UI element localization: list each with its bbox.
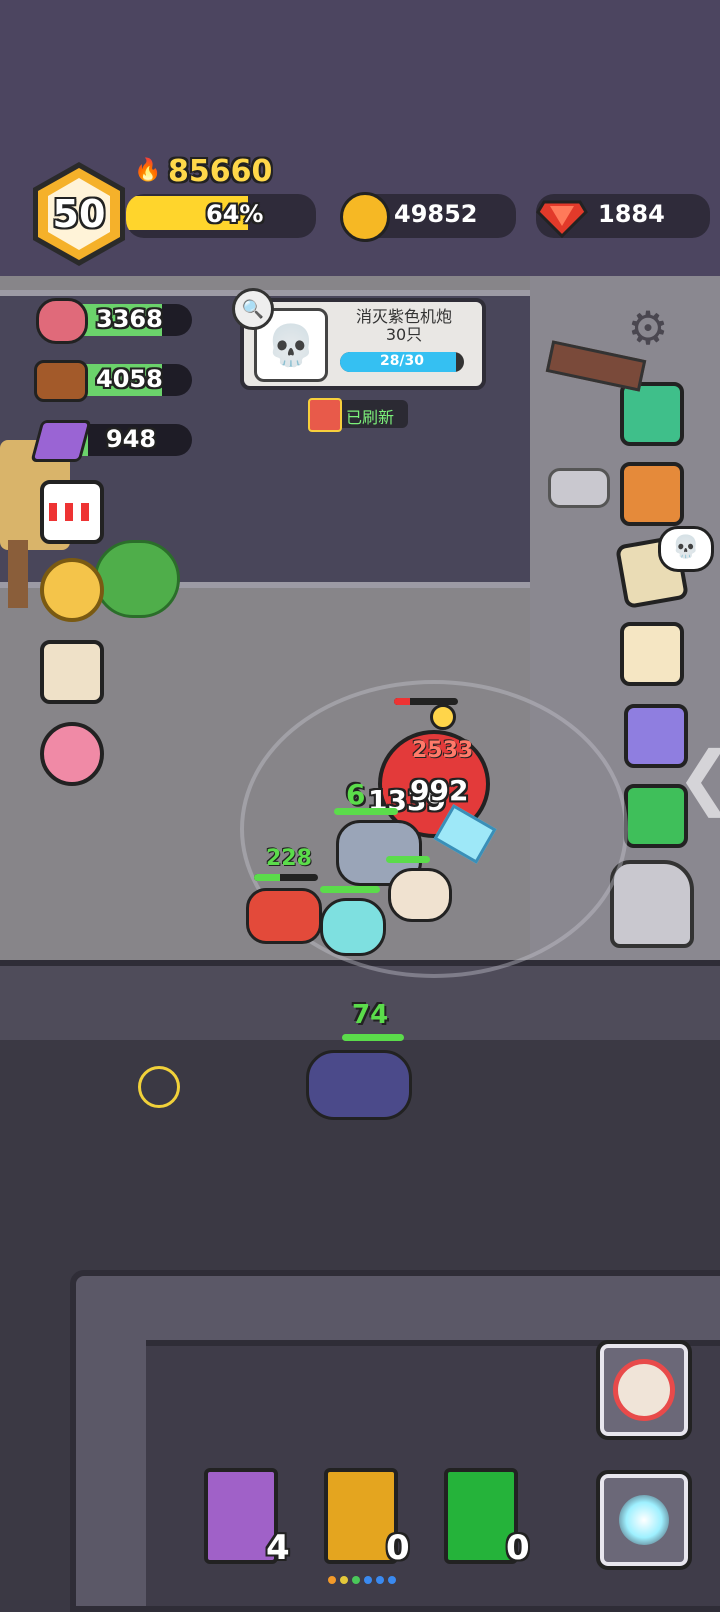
settings-gear-icon[interactable]: ⚙ [620,300,676,356]
sparkle-target-marker [138,1066,180,1108]
skill-book-lightning[interactable]: 4 [204,1468,290,1568]
amethyst-rock [610,860,694,948]
heal-number: 6 [346,778,366,811]
magnifier-icon[interactable]: 🔍 [232,288,274,330]
skill-book-heal[interactable]: 0 [444,1468,530,1568]
crown-medal-icon[interactable] [40,558,104,622]
ally-hp-bar [334,808,398,815]
portal-icon [619,1495,669,1545]
gold-value: 49852 [394,200,478,228]
scroll-icon[interactable] [620,622,684,686]
quest-title: 消灭紫色机炮 [355,307,452,326]
wood-value: 4058 [96,365,163,393]
fire-icon: 🔥 [134,158,162,183]
gold-counter[interactable]: 49852 [340,192,516,242]
calendar-icon[interactable] [40,640,104,704]
damage-number: 2533 [412,738,474,763]
wood-icon [34,360,88,402]
auto-battle-sword-button[interactable] [596,1340,692,1440]
gem-icon [536,200,588,238]
backpack-icon[interactable] [620,462,684,526]
gold-coin-icon [340,192,390,242]
skill-book-wing[interactable]: 0 [324,1468,410,1568]
exp-bar: 64% [126,194,316,238]
quest-progress-text: 28/30 [379,353,425,369]
skull-bubble-icon: 💀 [658,526,714,572]
skill-book-count: 0 [506,1528,530,1568]
portal-button[interactable] [596,1470,692,1570]
gem-value: 1884 [598,200,665,228]
quest-subtitle: 30只 [385,325,423,344]
collapse-arrow-icon[interactable]: ❮ [676,736,720,818]
power-value: 85660 [168,154,273,189]
boss-antenna [430,704,456,730]
rock-decoration [548,468,610,508]
ally-red-hat-character[interactable] [246,888,322,944]
skill-book-count: 0 [386,1528,410,1568]
ally-heal-number: 228 [266,846,312,871]
ally-dark-knight-character[interactable] [306,1050,412,1120]
sword-icon [613,1359,675,1421]
quest-card[interactable]: 💀 消灭紫色机炮 30只 28/30 [240,298,486,390]
refresh-text: 已刷新 [346,408,395,427]
ally-hp-bar [254,874,318,881]
boss-hp-bar [394,698,458,705]
crystal-value: 948 [106,425,157,453]
refresh-badge[interactable]: 已刷新 [308,398,408,432]
meat-value: 3368 [96,305,163,333]
quest-progress-bar: 28/30 [340,352,464,372]
exp-percent: 64% [206,200,264,228]
ally-heal-number: 74 [352,1000,389,1030]
mail-icon[interactable] [620,382,684,446]
level-badge[interactable]: 50 [30,160,128,268]
ally-hp-bar [342,1034,404,1041]
damage-number: 992 [410,774,469,807]
ally-hp-bar [320,886,380,893]
page-indicator-dots [328,1576,396,1584]
meat-icon [36,298,88,344]
shop-icon[interactable] [40,480,104,544]
ally-hp-bar [386,856,430,863]
ally-cyan-slime-character[interactable] [320,898,386,956]
treasure-chest-icon [308,398,342,432]
gem-counter[interactable]: 1884 [536,194,710,238]
pink-slime-icon[interactable] [40,722,104,786]
skill-book-count: 4 [266,1528,290,1568]
bush-decoration [94,540,180,618]
ally-white-character[interactable] [388,868,452,922]
level-number: 50 [52,192,106,236]
